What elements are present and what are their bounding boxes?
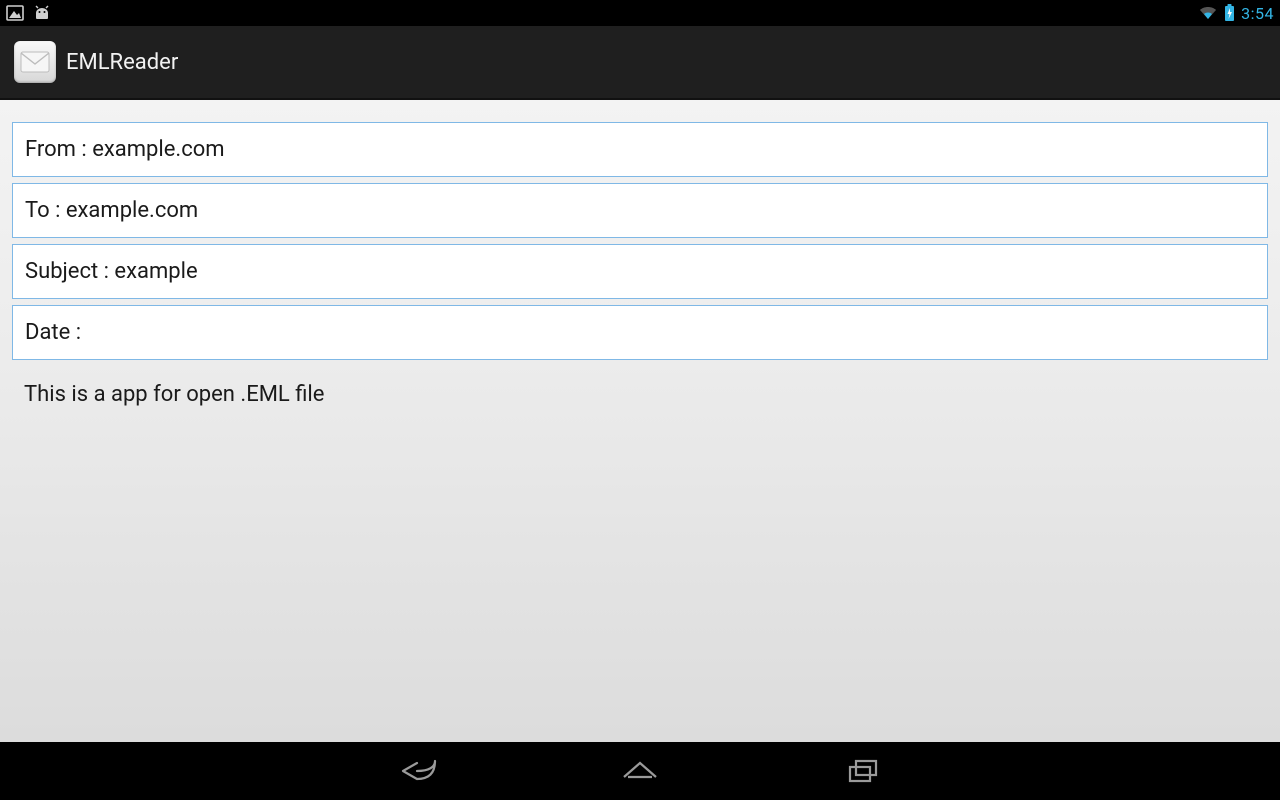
status-right: 3:54	[1198, 4, 1274, 23]
recents-button[interactable]	[836, 753, 888, 789]
android-debug-icon	[32, 5, 52, 21]
battery-charging-icon	[1224, 4, 1235, 22]
picture-icon	[6, 5, 24, 21]
subject-field: Subject : example	[12, 244, 1268, 299]
app-action-bar: EMLReader	[0, 26, 1280, 100]
app-icon	[14, 41, 56, 83]
envelope-icon	[20, 51, 50, 73]
status-clock: 3:54	[1241, 4, 1274, 23]
home-button[interactable]	[614, 753, 666, 789]
date-field: Date :	[12, 305, 1268, 360]
wifi-icon	[1198, 5, 1218, 21]
status-left	[6, 5, 52, 21]
android-status-bar: 3:54	[0, 0, 1280, 26]
back-button[interactable]	[392, 753, 444, 789]
to-field: To : example.com	[12, 183, 1268, 238]
recents-icon	[842, 757, 882, 785]
back-icon	[395, 757, 441, 785]
from-field: From : example.com	[12, 122, 1268, 177]
android-nav-bar	[0, 742, 1280, 800]
app-title: EMLReader	[66, 50, 178, 75]
email-content: From : example.com To : example.com Subj…	[0, 100, 1280, 742]
email-body: This is a app for open .EML file	[12, 366, 1268, 407]
home-icon	[618, 757, 662, 785]
